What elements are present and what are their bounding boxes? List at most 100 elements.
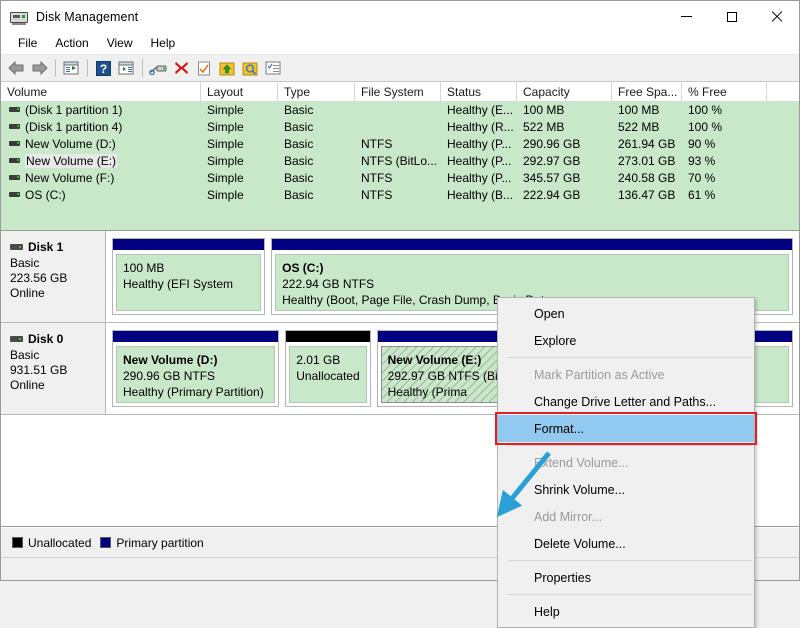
refresh-button[interactable] [193, 57, 215, 79]
column-header-label: File System [361, 84, 424, 99]
help-icon: ? [95, 60, 111, 76]
context-menu-item-help[interactable]: Help [498, 598, 754, 625]
context-menu-item-extend-volume: Extend Volume... [498, 449, 754, 476]
context-menu-item-delete-volume[interactable]: Delete Volume... [498, 530, 754, 557]
column-header-label: Volume [7, 84, 48, 99]
context-menu-item-properties[interactable]: Properties [498, 564, 754, 591]
partition-status-label: Healthy (EFI System [123, 277, 234, 291]
menu-help[interactable]: Help [142, 34, 185, 52]
volume-list-rows: (Disk 1 partition 1) Simple Basic Healthy (… [1, 101, 799, 230]
context-menu-item-change-drive-letter-and-paths[interactable]: Change Drive Letter and Paths... [498, 388, 754, 415]
context-menu-item-open[interactable]: Open [498, 300, 754, 327]
cell-type: Basic [284, 119, 314, 134]
context-menu-item-label: Open [534, 306, 565, 321]
toolbar-separator [55, 59, 56, 77]
cell-volume: New Volume (F:) [1, 169, 201, 186]
window-title: Disk Management [36, 9, 139, 24]
column-header-volume[interactable]: Volume [1, 82, 201, 101]
partition-block[interactable]: 2.01 GB Unallocated [285, 330, 371, 407]
partition-size-label: 290.96 GB NTFS [123, 369, 216, 383]
cell-file-system: NTFS [361, 187, 393, 202]
maximize-button[interactable] [709, 1, 754, 32]
minimize-icon [681, 16, 692, 17]
context-menu-item-label: Extend Volume... [534, 455, 629, 470]
table-row[interactable]: New Volume (D:) Simple Basic NTFS Healthy (P… [1, 135, 799, 152]
context-menu-item-format[interactable]: Format... [495, 412, 757, 445]
table-row[interactable]: New Volume (E:) Simple Basic NTFS (BitLo...… [1, 152, 799, 169]
export-icon [219, 62, 235, 75]
minimize-button[interactable] [664, 1, 709, 32]
all-tasks-icon [265, 61, 281, 75]
context-menu-item-mark-partition-as-active: Mark Partition as Active [498, 361, 754, 388]
back-icon [7, 61, 23, 75]
toolbar-separator [142, 59, 143, 77]
volume-icon [9, 107, 20, 112]
disk-title: Disk 0 [10, 332, 105, 346]
legend-item: Primary partition [100, 536, 204, 550]
cell-type: Basic [284, 187, 314, 202]
partition-block[interactable]: New Volume (D:) 290.96 GB NTFS Healthy (Pr… [112, 330, 280, 407]
volume-list-header: Volume Layout Type File System Status Capacit… [1, 82, 799, 102]
column-header-status[interactable]: Status [441, 82, 517, 101]
cell-volume: New Volume (D:) [1, 135, 201, 152]
cell-file-system [355, 101, 441, 118]
context-menu-item-shrink-volume[interactable]: Shrink Volume... [498, 476, 754, 503]
legend-swatch [100, 537, 112, 548]
table-row[interactable]: (Disk 1 partition 4) Simple Basic Healthy (… [1, 118, 799, 135]
export-button[interactable] [216, 57, 238, 79]
cell-percent-free: 93 % [688, 153, 716, 168]
disk-info-panel[interactable]: Disk 0 Basic 931.51 GB Online [1, 323, 106, 414]
cell-status: Healthy (P... [447, 170, 512, 185]
context-menu-item-label: Shrink Volume... [534, 482, 626, 497]
title-bar: Disk Management [1, 1, 799, 32]
forward-button[interactable] [28, 57, 50, 79]
context-menu-item-label: Mark Partition as Active [534, 367, 665, 382]
cell-free-space: 522 MB [618, 119, 660, 134]
partition-status-label: Healthy (Primary Partition) [123, 385, 264, 399]
context-menu: Open Explore Mark Partition as Active Chang… [495, 297, 757, 628]
menu-view[interactable]: View [98, 34, 142, 52]
column-header-file-system[interactable]: File System [355, 82, 441, 101]
all-tasks-button[interactable] [262, 57, 284, 79]
volume-icon [9, 192, 20, 197]
column-header--free[interactable]: % Free [682, 82, 767, 101]
volume-label: (Disk 1 partition 1) [25, 102, 123, 117]
partition-block[interactable]: 100 MB Healthy (EFI System [112, 238, 266, 315]
svg-text:?: ? [99, 62, 106, 76]
column-header-free-spa[interactable]: Free Spa... [612, 82, 682, 101]
menu-bar: File Action View Help [1, 32, 799, 55]
partition-details: 100 MB Healthy (EFI System [116, 254, 262, 311]
menu-action[interactable]: Action [46, 34, 97, 52]
cell-free-space: 273.01 GB [618, 153, 676, 168]
cell-type: Basic [284, 153, 314, 168]
disk-management-window: Disk Management File Action View Help ? … [0, 0, 800, 628]
toolbar-separator [87, 59, 88, 77]
back-button[interactable] [5, 57, 27, 79]
delete-button[interactable] [170, 57, 192, 79]
column-header-type[interactable]: Type [278, 82, 355, 101]
properties-icon [149, 65, 167, 75]
rescan-disks-button[interactable] [239, 57, 261, 79]
table-row[interactable]: New Volume (F:) Simple Basic NTFS Healthy (P… [1, 169, 799, 186]
partition-size-label: 222.94 GB NTFS [282, 277, 375, 291]
table-row[interactable]: (Disk 1 partition 1) Simple Basic Healthy (… [1, 101, 799, 118]
cell-capacity: 522 MB [523, 119, 565, 134]
cell-volume: (Disk 1 partition 4) [1, 118, 201, 135]
help-button[interactable]: ? [92, 57, 114, 79]
column-header-layout[interactable]: Layout [201, 82, 278, 101]
disk-type-label: Basic [10, 256, 40, 270]
context-menu-separator [508, 594, 752, 595]
column-header-capacity[interactable]: Capacity [517, 82, 612, 101]
column-header-label: Capacity [523, 84, 570, 99]
cell-capacity: 290.96 GB [523, 136, 581, 151]
properties-button[interactable] [147, 57, 169, 79]
forward-icon [32, 61, 48, 75]
context-menu-item-explore[interactable]: Explore [498, 327, 754, 354]
disk-info-panel[interactable]: Disk 1 Basic 223.56 GB Online [1, 231, 106, 322]
show-hide-console-tree-button[interactable] [60, 57, 82, 79]
close-button[interactable] [754, 1, 799, 32]
show-hide-action-pane-button[interactable] [115, 57, 137, 79]
menu-file[interactable]: File [9, 34, 46, 52]
disk-type-label: Basic [10, 348, 40, 362]
table-row[interactable]: OS (C:) Simple Basic NTFS Healthy (B... 222.9… [1, 186, 799, 203]
